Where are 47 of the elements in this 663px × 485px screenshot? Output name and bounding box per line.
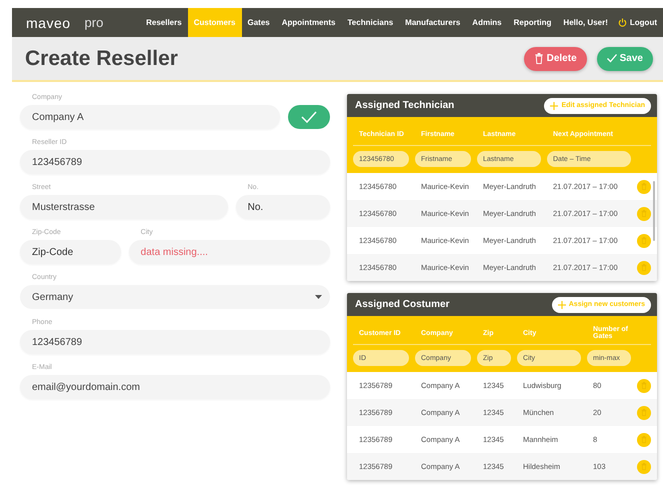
nav-item[interactable]: Resellers — [140, 8, 188, 37]
delete-row-button[interactable] — [637, 206, 651, 220]
country-dropdown[interactable]: Germany — [20, 285, 330, 309]
panel-title: Assigned Costumer — [355, 299, 450, 310]
nav-item[interactable]: Admins — [466, 8, 508, 37]
check-icon — [301, 111, 317, 123]
input-field[interactable]: No. — [236, 195, 330, 219]
plus-icon — [558, 300, 566, 308]
caret-icon — [315, 295, 322, 299]
delete-row-button[interactable] — [637, 406, 651, 420]
trash-icon — [641, 409, 647, 416]
delete-row-button[interactable] — [637, 432, 651, 446]
input-field[interactable]: Zip-Code — [20, 240, 121, 264]
scrollbar[interactable] — [653, 181, 655, 241]
trash-icon — [641, 264, 647, 271]
nav-item[interactable]: Reporting — [508, 8, 558, 37]
confirm-button[interactable] — [288, 105, 330, 129]
trash-icon — [641, 436, 647, 443]
logout-link[interactable]: Logout — [614, 18, 663, 27]
delete-row-button[interactable] — [637, 234, 651, 248]
trash-icon — [641, 210, 647, 217]
trash-icon — [641, 237, 647, 244]
delete-row-button[interactable] — [637, 378, 651, 392]
greeting: Hello, User! — [562, 17, 609, 29]
nav-item[interactable]: Appointments — [276, 8, 342, 37]
trash-icon — [641, 463, 647, 470]
input-field[interactable]: email@yourdomain.com — [20, 375, 330, 399]
delete-row-button[interactable] — [637, 460, 651, 474]
page-title: Create Reseller — [25, 46, 178, 70]
input-field[interactable]: 123456789 — [20, 330, 330, 354]
nav-item[interactable]: Manufacturers — [399, 8, 466, 37]
delete-row-button[interactable] — [637, 180, 651, 194]
trash-icon — [641, 183, 647, 190]
input-field[interactable]: Musterstrasse — [20, 195, 228, 219]
trash-icon — [641, 382, 647, 389]
input-field[interactable]: Company A — [20, 105, 280, 129]
input-field[interactable]: 123456789 — [20, 150, 330, 174]
delete-row-button[interactable] — [637, 260, 651, 274]
power-icon — [618, 18, 627, 27]
check-icon — [606, 53, 617, 64]
nav-item[interactable]: Gates — [242, 8, 276, 37]
product-name: pro — [84, 15, 104, 30]
nav-item[interactable]: Technicians — [342, 8, 400, 37]
plus-icon — [550, 102, 558, 110]
trash-icon — [534, 53, 544, 64]
logo: maveo — [26, 14, 71, 30]
panel-title: Assigned Technician — [355, 100, 454, 111]
